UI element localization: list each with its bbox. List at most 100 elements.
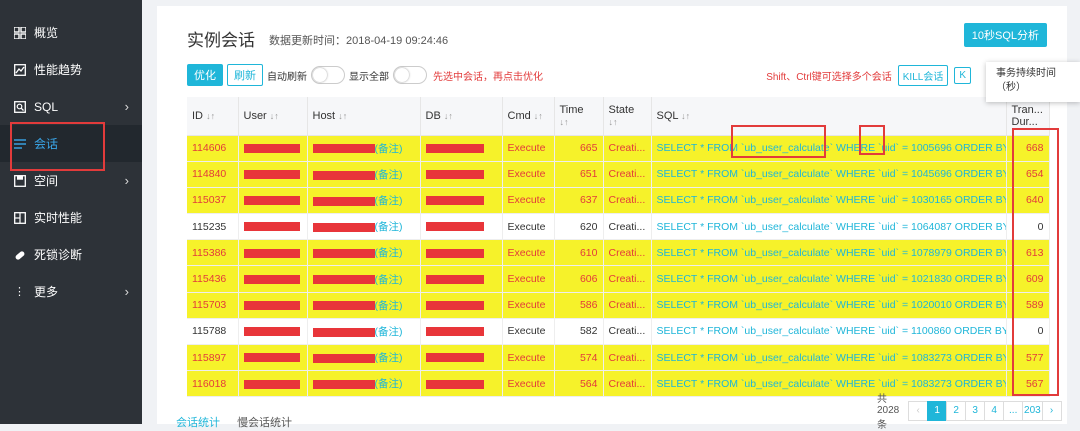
- col-time[interactable]: Time ↓↑: [554, 97, 604, 136]
- note-link[interactable]: 备注: [378, 352, 399, 364]
- redacted-block: [425, 327, 484, 337]
- next-page-button[interactable]: ›: [1041, 400, 1062, 421]
- sql-analysis-button[interactable]: 10秒SQL分析: [963, 23, 1047, 47]
- table-row[interactable]: 115436 (备注) Execute 606 Creati... SELECT * FR…: [187, 265, 1050, 293]
- sql-icon: [13, 100, 26, 113]
- page-button[interactable]: 1: [927, 400, 948, 421]
- cell-state-text: Creati...: [608, 246, 646, 259]
- kill-session-button[interactable]: KILL会话: [897, 65, 949, 86]
- cell-sql: SELECT * FROM `ub_user_calculate` WHERE …: [651, 239, 1007, 267]
- sort-icon: ↓↑: [608, 116, 618, 127]
- cell-sql: SELECT * FROM `ub_user_calculate` WHERE …: [651, 135, 1007, 162]
- table-row[interactable]: 115037 (备注) Execute 637 Creati... SELECT * FR…: [187, 187, 1050, 215]
- col-user[interactable]: User ↓↑: [238, 97, 308, 136]
- cell-id-text: 115235: [192, 220, 227, 233]
- table-row[interactable]: 115235 (备注) Execute 620 Creati... SELECT * FR…: [187, 213, 1050, 241]
- redacted-block: [425, 222, 484, 232]
- tab-session-stats[interactable]: 会话统计: [176, 417, 220, 429]
- cell-cmd: Execute: [502, 370, 555, 398]
- lock-diagnose-icon: [13, 248, 26, 261]
- col-db[interactable]: DB ↓↑: [420, 97, 503, 136]
- sidebar-item-label: SQL: [34, 99, 59, 114]
- note-link[interactable]: 备注: [378, 143, 399, 155]
- table-row[interactable]: 114840 (备注) Execute 651 Creati... SELECT * FR…: [187, 161, 1050, 188]
- note-link[interactable]: 备注: [378, 247, 399, 259]
- show-all-toggle[interactable]: [393, 66, 427, 84]
- page-ellipsis: ...: [1003, 400, 1024, 421]
- sidebar-item-more[interactable]: ⋮ 更多 ›: [0, 273, 142, 310]
- cell-state-text: Creati...: [608, 377, 646, 390]
- more-icon: ⋮: [14, 286, 25, 298]
- cell-db: [420, 213, 503, 241]
- sort-icon: ↓↑: [559, 116, 569, 127]
- page-button[interactable]: 2: [946, 400, 967, 421]
- cell-time-text: 610: [579, 246, 598, 259]
- cell-sql: SELECT * FROM `ub_user_calculate` WHERE …: [651, 292, 1007, 319]
- sidebar-item-realtime-performance[interactable]: 实时性能: [0, 199, 142, 236]
- sidebar-item-deadlock-diagnosis[interactable]: 死锁诊断: [0, 236, 142, 273]
- redacted-block: [312, 380, 375, 389]
- cell-host: (备注): [307, 213, 421, 241]
- tab-slow-session-stats[interactable]: 慢会话统计: [237, 417, 292, 429]
- page-button[interactable]: 3: [965, 400, 986, 421]
- cell-id-text: 115436: [192, 273, 227, 286]
- redacted-block: [243, 222, 300, 232]
- cell-time: 582: [554, 318, 604, 346]
- optimize-button[interactable]: 优化: [187, 64, 223, 86]
- redacted-block: [243, 143, 300, 153]
- table-row[interactable]: 115897 (备注) Execute 574 Creati... SELECT * FR…: [187, 344, 1050, 372]
- cell-sql-text: SELECT * FROM `ub_user_calculate` WHERE …: [656, 299, 1006, 312]
- redacted-block: [425, 353, 484, 363]
- cell-state: Creati...: [603, 292, 652, 319]
- cell-state-text: Creati...: [608, 351, 646, 364]
- table-row[interactable]: 115788 (备注) Execute 582 Creati... SELECT * FR…: [187, 318, 1050, 346]
- note-link[interactable]: 备注: [378, 195, 399, 207]
- table-row[interactable]: 115386 (备注) Execute 610 Creati... SELECT * FR…: [187, 239, 1050, 267]
- page-button[interactable]: 4: [984, 400, 1005, 421]
- col-host[interactable]: Host ↓↑: [307, 97, 421, 136]
- note-link[interactable]: 备注: [378, 378, 399, 390]
- redacted-block: [425, 170, 484, 179]
- col-state[interactable]: State ↓↑: [603, 97, 652, 136]
- sidebar-item-performance-trend[interactable]: 性能趋势: [0, 51, 142, 88]
- cell-state-text: Creati...: [608, 142, 646, 155]
- auto-refresh-toggle[interactable]: [311, 66, 345, 84]
- note-link[interactable]: 备注: [378, 221, 399, 233]
- cell-db: [420, 292, 503, 319]
- sidebar-item-sql[interactable]: SQL ›: [0, 88, 142, 125]
- cell-cmd: Execute: [502, 135, 555, 162]
- cell-sql-text: SELECT * FROM `ub_user_calculate` WHERE …: [656, 220, 1006, 233]
- prev-page-button[interactable]: ‹: [908, 400, 929, 421]
- col-cmd[interactable]: Cmd ↓↑: [502, 97, 555, 136]
- note-link[interactable]: 备注: [378, 300, 399, 312]
- col-sql[interactable]: SQL ↓↑: [651, 97, 1007, 136]
- cell-state-text: Creati...: [608, 325, 646, 338]
- note-link[interactable]: 备注: [378, 326, 399, 338]
- kill-other-button[interactable]: K: [954, 67, 971, 84]
- sidebar-item-overview[interactable]: 概览: [0, 14, 142, 51]
- cell-cmd: Execute: [502, 265, 555, 293]
- cell-host: (备注): [307, 344, 421, 372]
- update-time: 数据更新时间：2018-04-19 09:24:46: [269, 35, 449, 47]
- refresh-button[interactable]: 刷新: [227, 64, 263, 86]
- cell-state-text: Creati...: [608, 220, 646, 233]
- auto-refresh-label: 自动刷新: [267, 71, 307, 83]
- table-row[interactable]: 114606 (备注) Execute 665 Creati... SELECT * FR…: [187, 135, 1050, 162]
- cell-time-text: 586: [579, 299, 598, 312]
- cell-cmd: Execute: [502, 344, 555, 372]
- cell-cmd-text: Execute: [507, 377, 546, 390]
- table-row[interactable]: 115703 (备注) Execute 586 Creati... SELECT * FR…: [187, 292, 1050, 319]
- cell-cmd-text: Execute: [507, 273, 546, 286]
- cell-cmd-text: Execute: [507, 220, 546, 233]
- cell-id: 115788: [187, 318, 239, 346]
- page-button[interactable]: 203: [1022, 400, 1043, 421]
- col-id[interactable]: ID ↓↑: [187, 97, 239, 136]
- note-link[interactable]: 备注: [378, 274, 399, 286]
- redacted-block: [312, 196, 375, 206]
- cell-time-text: 582: [579, 325, 598, 338]
- note-link[interactable]: 备注: [378, 169, 399, 181]
- cell-state: Creati...: [603, 265, 652, 293]
- cell-cmd: Execute: [502, 213, 555, 241]
- cell-user: [238, 370, 308, 398]
- cell-cmd-text: Execute: [507, 142, 546, 155]
